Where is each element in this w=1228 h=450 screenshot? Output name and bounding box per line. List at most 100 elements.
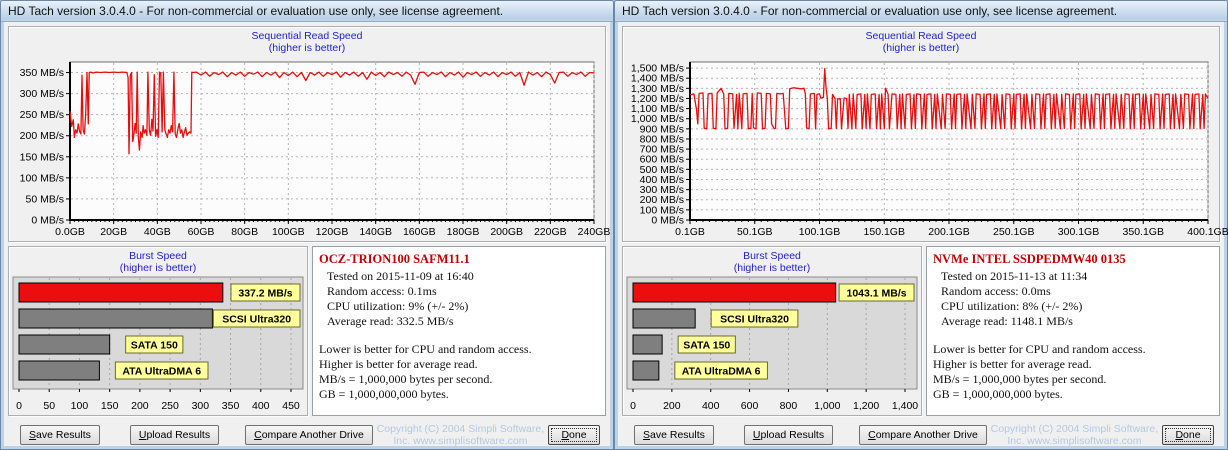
svg-text:100GB: 100GB: [272, 226, 305, 238]
svg-text:1,500 MB/s: 1,500 MB/s: [631, 63, 684, 75]
svg-text:300.1GB: 300.1GB: [1058, 226, 1099, 238]
svg-text:0 MB/s: 0 MB/s: [31, 215, 64, 227]
svg-text:350 MB/s: 350 MB/s: [20, 67, 64, 79]
svg-text:1,200: 1,200: [853, 400, 879, 412]
svg-text:140GB: 140GB: [359, 226, 392, 238]
window-title: HD Tach version 3.0.4.0 - For non-commer…: [622, 4, 1118, 18]
svg-text:80GB: 80GB: [231, 226, 258, 238]
svg-text:0: 0: [630, 400, 636, 412]
svg-text:250 MB/s: 250 MB/s: [20, 109, 64, 121]
svg-text:400: 400: [252, 400, 270, 412]
compare-another-drive-button[interactable]: Compare Another Drive: [859, 424, 987, 445]
copyright-text: Copyright (C) 2004 Simpli Software, Inc.…: [990, 422, 1159, 447]
upload-results-button[interactable]: Upload Results: [743, 424, 834, 445]
burst-chart-title: Burst Speed (higher is better): [733, 250, 811, 274]
button-row: Save Results Upload Results Compare Anot…: [8, 422, 606, 447]
svg-text:SCSI Ultra320: SCSI Ultra320: [720, 314, 789, 326]
save-results-button[interactable]: Save Results: [634, 424, 714, 445]
hdtach-window-right: HD Tach version 3.0.4.0 - For non-commer…: [614, 0, 1228, 450]
sequential-read-chart: 0 MB/s100 MB/s200 MB/s300 MB/s400 MB/s50…: [631, 61, 1228, 238]
info-line: Random access: 0.0ms: [941, 284, 1051, 298]
sequential-chart-title: Sequential Read Speed (higher is better): [865, 30, 977, 54]
svg-text:0.0GB: 0.0GB: [55, 226, 85, 238]
svg-text:200: 200: [663, 400, 681, 412]
info-line: Lower is better for CPU and random acces…: [933, 342, 1146, 356]
svg-text:ATA UltraDMA 6: ATA UltraDMA 6: [682, 366, 761, 378]
burst-speed-panel: Burst Speed (higher is better) 0 200 400 60…: [622, 246, 922, 416]
svg-text:200 MB/s: 200 MB/s: [20, 130, 64, 142]
drive-info-panel: NVMe INTEL SSDPEDMW40 0135 Tested on 201…: [926, 246, 1220, 416]
copyright-text: Copyright (C) 2004 Simpli Software, Inc.…: [376, 422, 545, 447]
svg-text:150: 150: [101, 400, 119, 412]
svg-text:SATA 150: SATA 150: [131, 340, 178, 352]
title-bar[interactable]: HD Tach version 3.0.4.0 - For non-commer…: [1, 1, 613, 22]
svg-text:40GB: 40GB: [144, 226, 171, 238]
info-line: GB = 1,000,000,000 bytes.: [933, 387, 1063, 401]
button-row: Save Results Upload Results Compare Anot…: [622, 422, 1220, 447]
burst-speed-chart: 0 200 400 600 800 1,000 1,200 1,400 1043.1 MB/s S…: [626, 276, 918, 412]
svg-text:220GB: 220GB: [534, 226, 567, 238]
title-bar[interactable]: HD Tach version 3.0.4.0 - For non-commer…: [615, 1, 1227, 22]
info-line: Higher is better for average read.: [319, 357, 478, 371]
svg-text:1,400: 1,400: [892, 400, 918, 412]
svg-text:100: 100: [71, 400, 89, 412]
info-line: Average read: 332.5 MB/s: [327, 314, 454, 328]
svg-text:120GB: 120GB: [316, 226, 349, 238]
svg-text:1,000: 1,000: [814, 400, 840, 412]
svg-text:337.2 MB/s: 337.2 MB/s: [238, 288, 292, 300]
window-title: HD Tach version 3.0.4.0 - For non-commer…: [8, 4, 504, 18]
hdtach-window-left: HD Tach version 3.0.4.0 - For non-commer…: [0, 0, 614, 450]
svg-text:50.1GB: 50.1GB: [737, 226, 773, 238]
svg-text:50: 50: [43, 400, 55, 412]
svg-text:350: 350: [222, 400, 240, 412]
drive-notes: Lower is better for CPU and random acces…: [933, 342, 1213, 402]
client-area: Sequential Read Speed (higher is better)…: [4, 22, 610, 447]
client-area: Sequential Read Speed (higher is better)…: [618, 22, 1228, 447]
svg-text:200.1GB: 200.1GB: [928, 226, 969, 238]
svg-text:60GB: 60GB: [188, 226, 215, 238]
svg-text:350.1GB: 350.1GB: [1123, 226, 1164, 238]
compare-another-drive-button[interactable]: Compare Another Drive: [245, 424, 373, 445]
svg-text:0: 0: [16, 400, 22, 412]
upload-results-button[interactable]: Upload Results: [129, 424, 220, 445]
svg-text:150.1GB: 150.1GB: [864, 226, 905, 238]
info-line: Tested on 2015-11-13 at 11:34: [941, 269, 1088, 283]
info-line: CPU utilization: 9% (+/- 2%): [327, 299, 469, 313]
svg-text:160GB: 160GB: [403, 226, 436, 238]
svg-text:SATA 150: SATA 150: [683, 340, 730, 352]
svg-text:SCSI Ultra320: SCSI Ultra320: [222, 314, 291, 326]
svg-text:180GB: 180GB: [447, 226, 480, 238]
svg-text:50 MB/s: 50 MB/s: [25, 193, 64, 205]
svg-text:600: 600: [741, 400, 759, 412]
info-line: Average read: 1148.1 MB/s: [941, 314, 1073, 328]
burst-speed-chart: 0 50 100 150 200 250 300 350 400 450 337.2 MB/s SCS…: [12, 276, 304, 412]
info-line: Lower is better for CPU and random acces…: [319, 342, 532, 356]
svg-text:20GB: 20GB: [100, 226, 127, 238]
info-line: Random access: 0.1ms: [327, 284, 437, 298]
svg-text:240GB: 240GB: [578, 226, 611, 238]
drive-details: Tested on 2015-11-13 at 11:34 Random acce…: [933, 269, 1213, 329]
burst-speed-panel: Burst Speed (higher is better) 0 50 100 150…: [8, 246, 308, 416]
info-line: MB/s = 1,000,000 bytes per second.: [933, 372, 1107, 386]
svg-text:250: 250: [161, 400, 179, 412]
save-results-button[interactable]: Save Results: [20, 424, 100, 445]
info-line: CPU utilization: 8% (+/- 2%): [941, 299, 1083, 313]
sequential-chart-title: Sequential Read Speed (higher is better): [251, 30, 363, 54]
svg-text:300 MB/s: 300 MB/s: [20, 88, 64, 100]
svg-text:450: 450: [282, 400, 300, 412]
sequential-read-panel: Sequential Read Speed (higher is better)…: [622, 26, 1228, 242]
svg-text:100 MB/s: 100 MB/s: [20, 172, 64, 184]
done-button[interactable]: Done: [548, 424, 600, 445]
svg-text:0.1GB: 0.1GB: [675, 226, 705, 238]
svg-text:ATA UltraDMA 6: ATA UltraDMA 6: [122, 366, 201, 378]
sequential-read-chart: 0 MB/s 50 MB/s 100 MB/s 150 MB/s 200 MB/s 250…: [20, 61, 610, 238]
svg-text:150 MB/s: 150 MB/s: [20, 151, 64, 163]
info-line: Higher is better for average read.: [933, 357, 1092, 371]
svg-text:200: 200: [131, 400, 149, 412]
svg-text:400: 400: [702, 400, 720, 412]
done-button[interactable]: Done: [1162, 424, 1214, 445]
svg-text:100.1GB: 100.1GB: [799, 226, 840, 238]
svg-text:800: 800: [780, 400, 798, 412]
info-line: GB = 1,000,000,000 bytes.: [319, 387, 449, 401]
drive-name: NVMe INTEL SSDPEDMW40 0135: [933, 252, 1126, 266]
